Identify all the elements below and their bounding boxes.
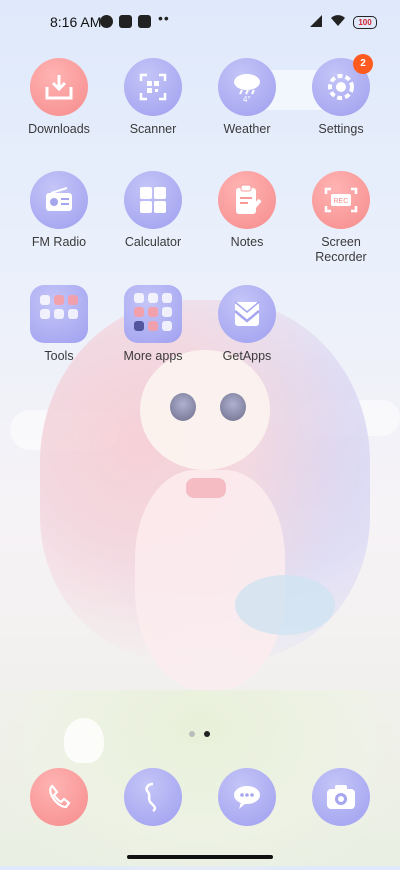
- app-label: Scanner: [129, 122, 177, 136]
- status-bar: 8:16 AM •• 100: [0, 0, 400, 44]
- battery-indicator: 100: [353, 16, 377, 29]
- app-label: Weather: [223, 122, 271, 136]
- app-label: Settings: [318, 122, 364, 136]
- app-label: Tools: [44, 349, 74, 363]
- radio-icon: [30, 171, 88, 229]
- folder-tools[interactable]: Tools: [14, 285, 104, 364]
- wifi-icon: [331, 15, 345, 26]
- home-gesture-bar[interactable]: [127, 855, 273, 859]
- signal-icon: [310, 15, 322, 27]
- folder-more-apps[interactable]: More apps: [108, 285, 198, 364]
- messages-icon: [124, 768, 182, 826]
- notification-icon: [138, 15, 151, 28]
- calculator-icon: [124, 171, 182, 229]
- app-notes[interactable]: Notes: [202, 171, 292, 250]
- app-label: Calculator: [124, 235, 182, 249]
- dock-camera[interactable]: [312, 768, 370, 826]
- more-notifications: ••: [158, 10, 170, 26]
- app-settings[interactable]: 2 Settings: [296, 54, 386, 137]
- app-downloads[interactable]: Downloads: [14, 58, 104, 137]
- qr-scan-icon: [124, 58, 182, 116]
- notification-badge: 2: [353, 54, 373, 74]
- app-calculator[interactable]: Calculator: [108, 171, 198, 250]
- dock-chat[interactable]: [218, 768, 276, 826]
- dock-phone[interactable]: [30, 768, 88, 826]
- app-label: GetApps: [222, 349, 272, 363]
- app-label: Notes: [230, 235, 264, 249]
- weather-temp: 4°: [243, 95, 251, 104]
- app-label: More apps: [123, 349, 183, 363]
- download-tray-icon: [30, 58, 88, 116]
- phone-icon: [30, 768, 88, 826]
- folder-icon: [30, 285, 88, 343]
- app-fm-radio[interactable]: FM Radio: [14, 171, 104, 250]
- app-label: Downloads: [28, 122, 90, 136]
- clipboard-pen-icon: [218, 171, 276, 229]
- getapps-icon: [218, 285, 276, 343]
- notification-icon: [119, 15, 132, 28]
- page-indicator-dot-active[interactable]: [204, 731, 210, 737]
- app-getapps[interactable]: GetApps: [202, 285, 292, 364]
- app-label: FM Radio: [31, 235, 87, 249]
- app-weather[interactable]: 4° Weather: [202, 58, 292, 137]
- camera-icon: [312, 768, 370, 826]
- dock-messages[interactable]: [124, 768, 182, 826]
- notification-icon: [100, 15, 113, 28]
- rec-text: REC: [334, 198, 349, 205]
- gear-icon: 2: [312, 54, 373, 116]
- chat-bubbles-icon: [218, 768, 276, 826]
- folder-icon: [124, 285, 182, 343]
- app-screen-recorder[interactable]: REC Screen Recorder: [296, 171, 386, 265]
- rec-icon: REC: [312, 171, 370, 229]
- app-scanner[interactable]: Scanner: [108, 58, 198, 137]
- label-line: Screen: [321, 235, 361, 249]
- page-indicator-dot[interactable]: [189, 731, 195, 737]
- clock: 8:16 AM: [50, 14, 102, 30]
- label-line: Recorder: [315, 250, 367, 264]
- cloud-rain-icon: 4°: [218, 58, 276, 116]
- app-label: Screen Recorder: [296, 235, 386, 265]
